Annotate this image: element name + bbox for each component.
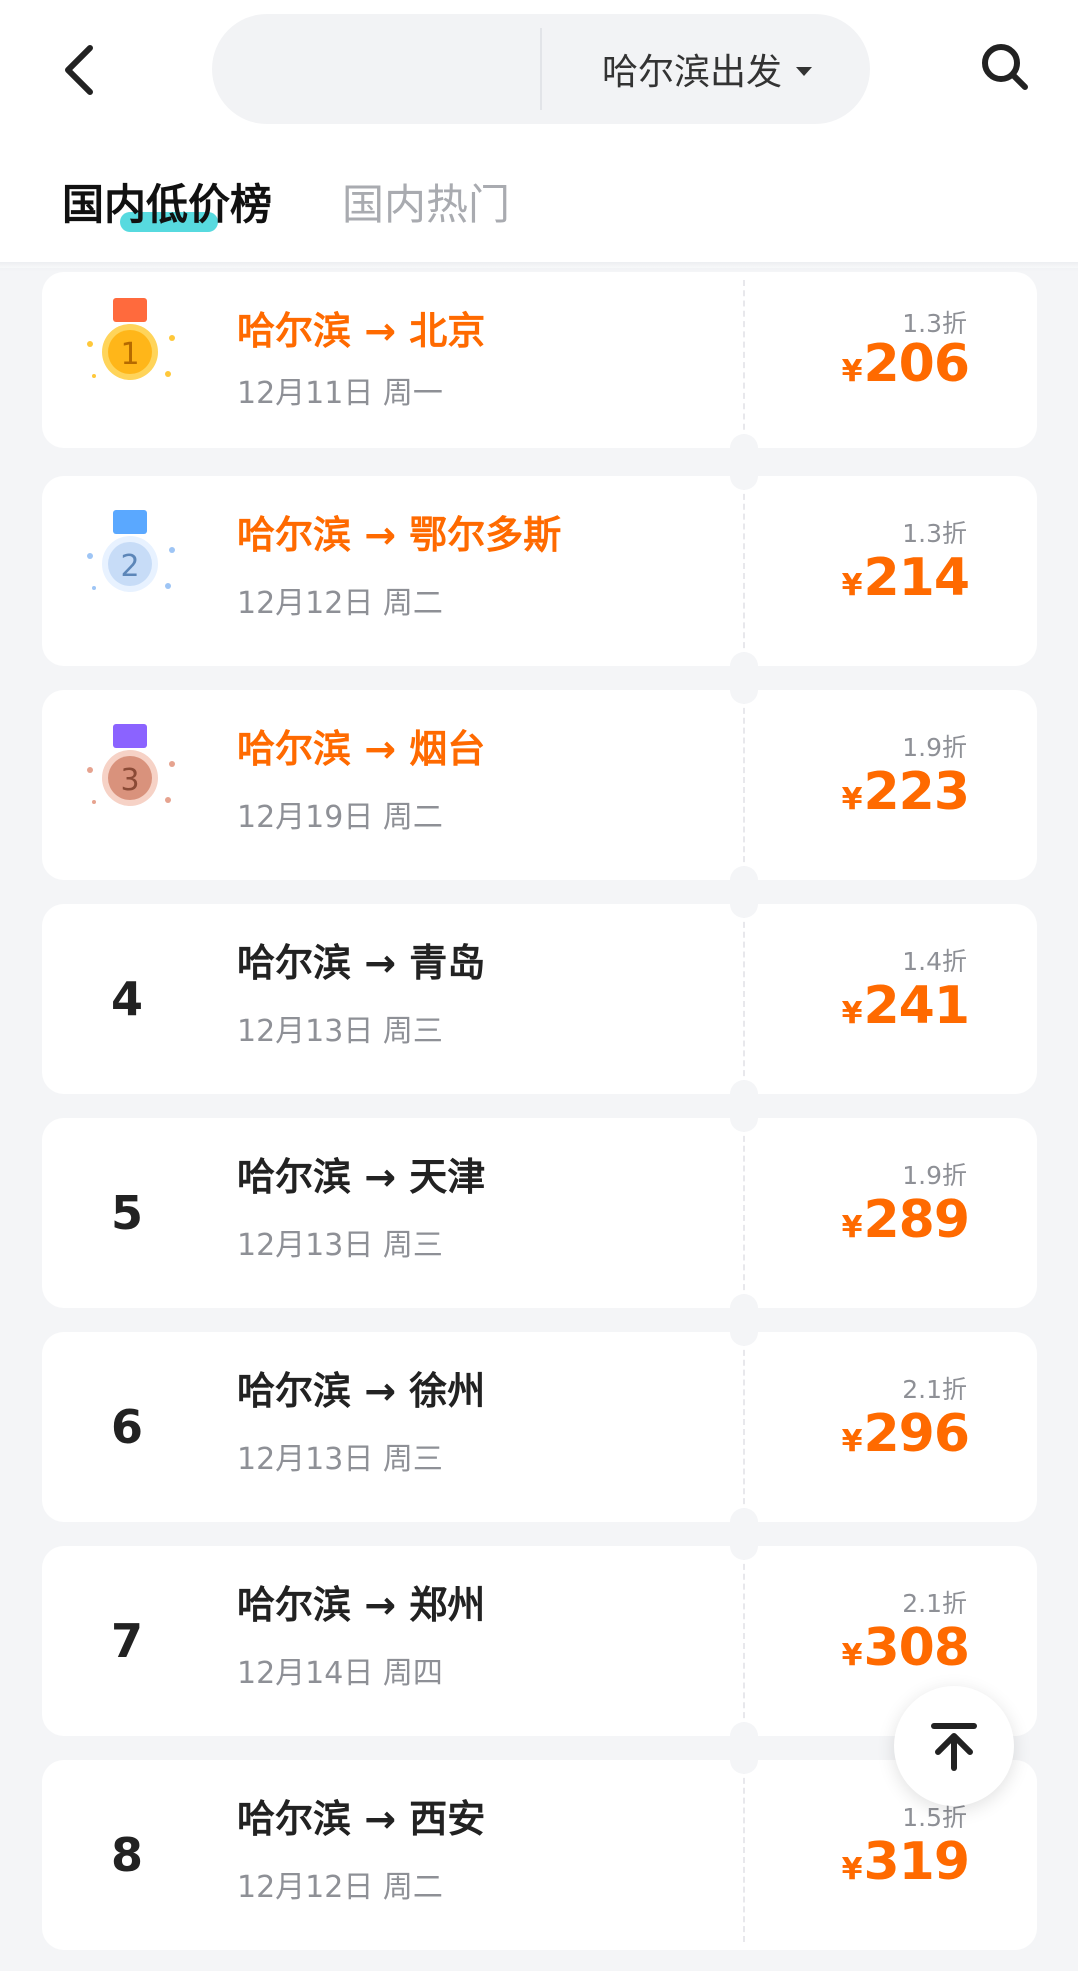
price-value: 296 — [863, 1404, 970, 1464]
header-divider — [0, 262, 1078, 272]
bronze-medal-icon: 3 — [87, 724, 175, 806]
search-divider — [540, 28, 542, 110]
route-card[interactable]: 7 哈尔滨 → 郑州 12月14日 周四 2.1折 ¥308 — [42, 1532, 1037, 1750]
route-card[interactable]: 4 哈尔滨 → 青岛 12月13日 周三 1.4折 ¥241 — [42, 890, 1037, 1108]
route-text: 哈尔滨 → 天津 — [237, 1155, 486, 1199]
route-card[interactable]: 5 哈尔滨 → 天津 12月13日 周三 1.9折 ¥289 — [42, 1104, 1037, 1322]
arrow-up-icon — [931, 1723, 977, 1771]
price-text: ¥214 — [841, 548, 970, 608]
price-text: ¥319 — [841, 1832, 970, 1892]
tab-label: 国内低价榜 — [62, 180, 273, 229]
currency-symbol: ¥ — [841, 1210, 863, 1245]
card-notch — [730, 1104, 758, 1132]
discount-text: 1.3折 — [902, 519, 967, 548]
date-text: 12月19日 周二 — [237, 800, 443, 835]
date-text: 12月13日 周三 — [237, 1442, 443, 1477]
price-text: ¥296 — [841, 1404, 970, 1464]
date-text: 12月12日 周二 — [237, 586, 443, 621]
search-input[interactable] — [212, 14, 540, 124]
currency-symbol: ¥ — [841, 1424, 863, 1459]
route-text: 哈尔滨 → 西安 — [237, 1797, 486, 1841]
card-notch — [730, 462, 758, 490]
card-separator — [743, 1340, 745, 1514]
discount-text: 2.1折 — [902, 1589, 967, 1618]
price-value: 319 — [863, 1832, 970, 1892]
price-value: 241 — [863, 976, 970, 1036]
tab-label: 国内热门 — [342, 180, 511, 229]
card-separator — [743, 484, 745, 658]
route-text: 哈尔滨 → 郑州 — [237, 1583, 486, 1627]
top-bar: 哈尔滨出发 国内低价榜 国内热门 — [0, 0, 1078, 268]
price-value: 206 — [863, 334, 970, 394]
route-text: 哈尔滨 → 烟台 — [237, 727, 486, 771]
card-notch — [730, 434, 758, 462]
back-button[interactable] — [56, 40, 104, 100]
card-separator — [743, 912, 745, 1086]
rank-number: 8 — [110, 1828, 143, 1882]
card-notch — [730, 676, 758, 704]
rank-number: 5 — [110, 1186, 143, 1240]
price-text: ¥241 — [841, 976, 970, 1036]
price-value: 289 — [863, 1190, 970, 1250]
price-text: ¥308 — [841, 1618, 970, 1678]
discount-text: 1.9折 — [902, 733, 967, 762]
departure-city-label: 哈尔滨出发 — [601, 52, 782, 93]
route-text: 哈尔滨 → 青岛 — [237, 941, 486, 985]
price-text: ¥289 — [841, 1190, 970, 1250]
tab-domestic-low-price[interactable]: 国内低价榜 — [62, 170, 272, 240]
route-card[interactable]: 8 哈尔滨 → 西安 12月12日 周二 1.5折 ¥319 — [42, 1746, 1037, 1950]
route-text: 哈尔滨 → 北京 — [237, 309, 486, 353]
currency-symbol: ¥ — [841, 996, 863, 1031]
currency-symbol: ¥ — [841, 354, 863, 389]
discount-text: 1.4折 — [902, 947, 967, 976]
route-text: 哈尔滨 → 徐州 — [237, 1369, 486, 1413]
date-text: 12月13日 周三 — [237, 1228, 443, 1263]
currency-symbol: ¥ — [841, 1638, 863, 1673]
route-card[interactable]: 3 哈尔滨 → 烟台 12月19日 周二 1.9折 ¥223 — [42, 676, 1037, 894]
date-text: 12月11日 周一 — [237, 376, 443, 411]
date-text: 12月14日 周四 — [237, 1656, 443, 1691]
search-button[interactable] — [976, 38, 1034, 96]
caret-down-icon — [796, 66, 812, 76]
back-to-top-button[interactable] — [894, 1686, 1014, 1806]
route-card[interactable]: 6 哈尔滨 → 徐州 12月13日 周三 2.1折 ¥296 — [42, 1318, 1037, 1536]
card-separator — [743, 1768, 745, 1942]
departure-city-dropdown[interactable]: 哈尔滨出发 — [544, 14, 870, 124]
card-separator — [743, 280, 745, 440]
price-value: 308 — [863, 1618, 970, 1678]
currency-symbol: ¥ — [841, 568, 863, 603]
price-value: 223 — [863, 762, 970, 822]
gold-medal-icon: 1 — [87, 298, 175, 380]
svg-text:1: 1 — [120, 337, 139, 372]
price-text: ¥206 — [841, 334, 970, 394]
card-notch — [730, 1318, 758, 1346]
tab-domestic-popular[interactable]: 国内热门 — [342, 170, 510, 240]
rank-number: 6 — [110, 1400, 143, 1454]
date-text: 12月12日 周二 — [237, 1870, 443, 1905]
rank-number: 7 — [110, 1614, 143, 1668]
currency-symbol: ¥ — [841, 782, 863, 817]
currency-symbol: ¥ — [841, 1852, 863, 1887]
price-value: 214 — [863, 548, 970, 608]
card-separator — [743, 698, 745, 872]
card-notch — [730, 1746, 758, 1774]
price-text: ¥223 — [841, 762, 970, 822]
route-card[interactable]: 1 哈尔滨 → 北京 12月11日 周一 1.3折 ¥206 — [42, 272, 1037, 462]
discount-text: 2.1折 — [902, 1375, 967, 1404]
svg-text:3: 3 — [120, 763, 139, 798]
search-icon — [982, 44, 1028, 90]
rank-number: 4 — [110, 972, 143, 1026]
route-card[interactable]: 2 哈尔滨 → 鄂尔多斯 12月12日 周二 1.3折 ¥214 — [42, 462, 1037, 680]
card-notch — [730, 1532, 758, 1560]
card-separator — [743, 1126, 745, 1300]
chevron-left-icon — [65, 45, 93, 95]
svg-text:2: 2 — [120, 549, 139, 584]
card-separator — [743, 1554, 745, 1728]
date-text: 12月13日 周三 — [237, 1014, 443, 1049]
card-notch — [730, 890, 758, 918]
search-bar: 哈尔滨出发 — [212, 14, 870, 124]
discount-text: 1.9折 — [902, 1161, 967, 1190]
route-text: 哈尔滨 → 鄂尔多斯 — [237, 513, 562, 557]
silver-medal-icon: 2 — [87, 510, 175, 592]
